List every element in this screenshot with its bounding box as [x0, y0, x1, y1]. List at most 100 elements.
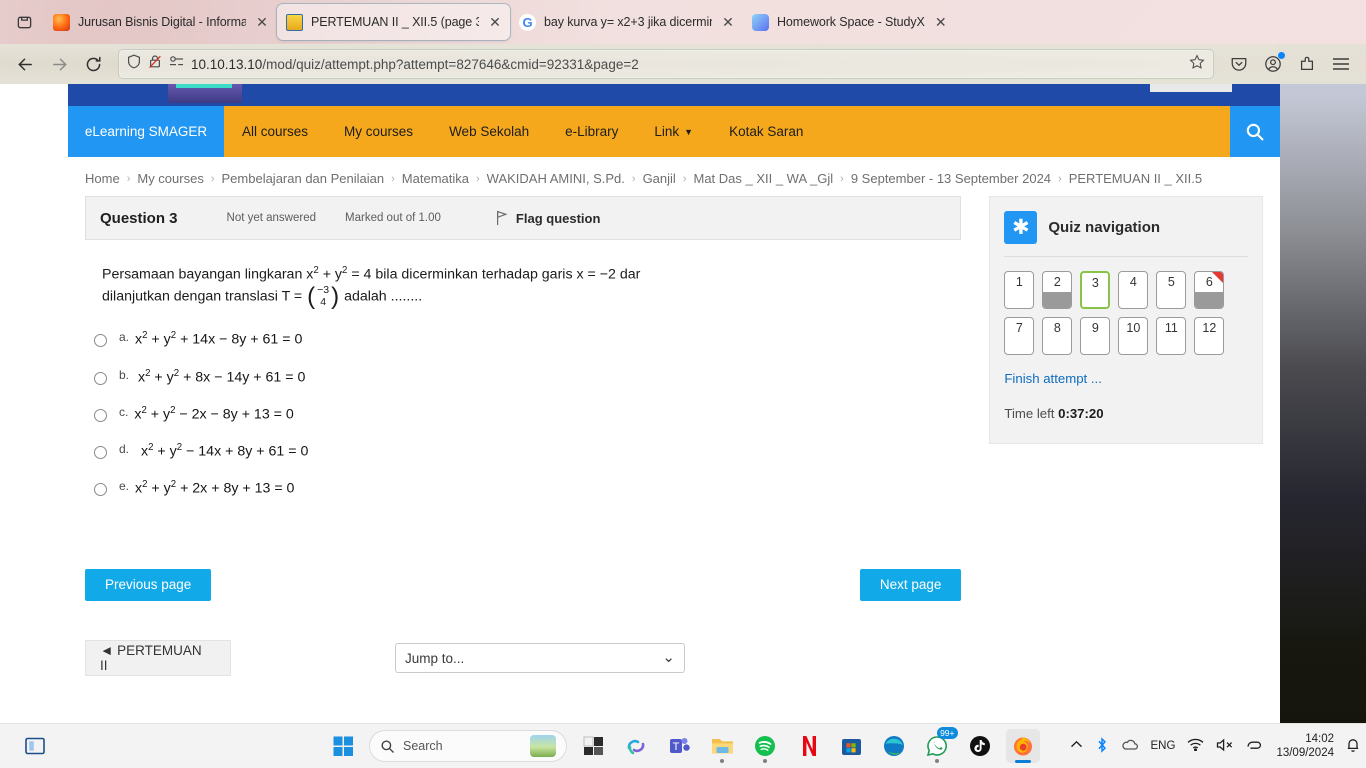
copilot-icon[interactable]	[619, 729, 653, 763]
widgets-icon[interactable]	[576, 729, 610, 763]
browser-tab-strip: Jurusan Bisnis Digital - Informas ✕ PERT…	[0, 0, 1366, 44]
site-brand[interactable]: eLearning SMAGER	[68, 106, 224, 157]
nav-item-all-courses[interactable]: All courses	[224, 106, 326, 157]
netflix-icon[interactable]	[791, 729, 825, 763]
answer-option-d[interactable]: d. x2 + y2 − 14x + 8y + 61 = 0	[94, 442, 961, 460]
nav-item-e-library[interactable]: e-Library	[547, 106, 636, 157]
tab-list-button[interactable]	[4, 0, 44, 44]
notification-icon[interactable]	[1346, 737, 1360, 756]
forward-button[interactable]	[42, 48, 76, 80]
wifi-icon[interactable]	[1187, 738, 1204, 754]
quiz-nav-question-10[interactable]: 10	[1118, 317, 1149, 355]
nav-item-kotak-saran[interactable]: Kotak Saran	[711, 106, 821, 157]
close-icon[interactable]: ✕	[719, 13, 737, 31]
tiktok-icon[interactable]	[963, 729, 997, 763]
start-icon[interactable]	[326, 729, 360, 763]
close-icon[interactable]: ✕	[486, 13, 504, 31]
extensions-icon[interactable]	[1290, 48, 1324, 80]
quiz-nav-question-11[interactable]: 11	[1156, 317, 1187, 355]
flag-question-button[interactable]: Flag question	[495, 210, 601, 226]
quiz-nav-question-1[interactable]: 1	[1004, 271, 1035, 309]
radio-button-c[interactable]	[94, 408, 107, 422]
breadcrumb-item-ganjil[interactable]: Ganjil	[643, 171, 676, 186]
back-button[interactable]	[8, 48, 42, 80]
account-icon[interactable]	[1256, 48, 1290, 80]
teams-icon[interactable]: T	[662, 729, 696, 763]
reload-button[interactable]	[76, 48, 110, 80]
breadcrumb-item-my-courses[interactable]: My courses	[137, 171, 203, 186]
flag-question-label: Flag question	[515, 210, 601, 226]
quiz-nav-question-4[interactable]: 4	[1118, 271, 1149, 309]
file-explorer-icon[interactable]	[705, 729, 739, 763]
spotify-icon[interactable]	[748, 729, 782, 763]
tab-title: bay kurva y= x2+3 jika dicermin	[544, 15, 712, 29]
nav-item-link[interactable]: Link ▼	[636, 106, 711, 157]
whatsapp-icon[interactable]: 99+	[920, 727, 958, 763]
browser-tab-2[interactable]: PERTEMUAN II _ XII.5 (page 3 of ✕	[277, 4, 510, 40]
edge-icon[interactable]	[877, 729, 911, 763]
app-menu-icon[interactable]	[1324, 48, 1358, 80]
breadcrumb-item-quiz[interactable]: PERTEMUAN II _ XII.5	[1069, 171, 1202, 186]
radio-button-a[interactable]	[94, 334, 107, 348]
bluetooth-icon[interactable]	[1095, 736, 1109, 756]
breadcrumb-separator: ›	[126, 172, 131, 185]
pocket-icon[interactable]	[1222, 48, 1256, 80]
nav-item-my-courses[interactable]: My courses	[326, 106, 431, 157]
quiz-nav-question-5[interactable]: 5	[1156, 271, 1187, 309]
breadcrumb-item-pembelajaran[interactable]: Pembelajaran dan Penilaian	[222, 171, 385, 186]
battery-icon[interactable]	[1246, 738, 1264, 754]
taskbar-clock[interactable]: 14:02 13/09/2024	[1276, 732, 1334, 761]
quiz-nav-question-7[interactable]: 7	[1004, 317, 1035, 355]
show-hidden-icons-icon[interactable]	[1070, 740, 1083, 752]
browser-tab-1[interactable]: Jurusan Bisnis Digital - Informas ✕	[44, 4, 277, 40]
site-search-button[interactable]	[1230, 106, 1280, 157]
answer-option-c[interactable]: c. x2 + y2 − 2x − 8y + 13 = 0	[94, 405, 961, 423]
bookmark-star-icon[interactable]	[1189, 53, 1205, 75]
radio-button-d[interactable]	[94, 446, 107, 460]
clock-time: 14:02	[1305, 732, 1334, 745]
previous-activity-link[interactable]: ◄ PERTEMUAN II	[85, 640, 231, 677]
moodle-page: eLearning SMAGER All courses My courses …	[68, 84, 1280, 723]
quiz-nav-question-8[interactable]: 8	[1042, 317, 1073, 355]
quiz-nav-question-12[interactable]: 12	[1194, 317, 1225, 355]
quiz-nav-question-9[interactable]: 9	[1080, 317, 1111, 355]
quiz-nav-question-6[interactable]: 6	[1194, 271, 1225, 309]
firefox-icon[interactable]	[1006, 729, 1040, 763]
permissions-icon[interactable]	[169, 55, 184, 73]
translation-matrix: (−3 4)	[307, 284, 339, 309]
taskbar-search-box[interactable]: Search	[369, 730, 567, 762]
breadcrumb-item-course[interactable]: Mat Das _ XII _ WA _Gjl	[693, 171, 833, 186]
answer-option-b[interactable]: b. x2 + y2 + 8x − 14y + 61 = 0	[94, 368, 961, 385]
quiz-nav-question-3[interactable]: 3	[1080, 271, 1111, 309]
radio-button-e[interactable]	[94, 483, 107, 497]
close-icon[interactable]: ✕	[932, 13, 950, 31]
lock-broken-icon[interactable]	[148, 54, 162, 74]
running-indicator	[935, 759, 939, 763]
microsoft-store-icon[interactable]	[834, 729, 868, 763]
svg-text:T: T	[673, 741, 680, 753]
answer-option-e[interactable]: e. x2 + y2 + 2x + 8y + 13 = 0	[94, 479, 961, 497]
close-icon[interactable]: ✕	[253, 13, 271, 31]
radio-button-b[interactable]	[94, 371, 107, 385]
breadcrumb-separator: ›	[1058, 172, 1062, 185]
quiz-nav-question-2[interactable]: 2	[1042, 271, 1073, 309]
browser-tab-4[interactable]: Homework Space - StudyX ✕	[743, 4, 956, 40]
breadcrumb-item-teacher[interactable]: WAKIDAH AMINI, S.Pd.	[487, 171, 625, 186]
finish-attempt-link[interactable]: Finish attempt ...	[1004, 371, 1248, 386]
language-indicator[interactable]: ENG	[1151, 740, 1176, 752]
breadcrumb-item-home[interactable]: Home	[85, 171, 120, 186]
url-text[interactable]: 10.10.13.10/mod/quiz/attempt.php?attempt…	[191, 57, 1182, 72]
onedrive-icon[interactable]	[1121, 738, 1139, 754]
breadcrumb-item-matematika[interactable]: Matematika	[402, 171, 469, 186]
answer-option-a[interactable]: a. x2 + y2 + 14x − 8y + 61 = 0	[94, 330, 961, 348]
url-bar[interactable]: 10.10.13.10/mod/quiz/attempt.php?attempt…	[118, 49, 1214, 79]
task-view-icon[interactable]	[18, 729, 52, 763]
previous-page-button[interactable]: Previous page	[85, 568, 212, 602]
browser-tab-3[interactable]: G bay kurva y= x2+3 jika dicermin ✕	[510, 4, 743, 40]
nav-item-web-sekolah[interactable]: Web Sekolah	[431, 106, 547, 157]
shield-icon[interactable]	[127, 54, 141, 74]
jump-to-select[interactable]: Jump to... ⌄	[395, 643, 685, 674]
volume-muted-icon[interactable]	[1216, 738, 1234, 755]
next-page-button[interactable]: Next page	[859, 568, 962, 602]
breadcrumb-item-week[interactable]: 9 September - 13 September 2024	[851, 171, 1051, 186]
